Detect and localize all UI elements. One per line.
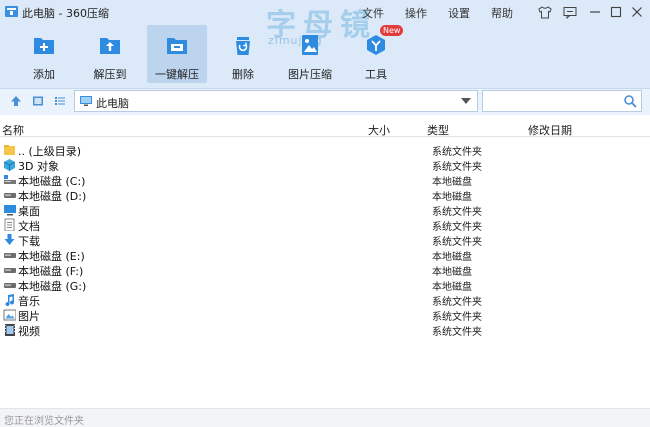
skin-shirt-icon[interactable] <box>536 3 554 21</box>
drive-icon <box>4 193 16 198</box>
row-type: 系统文件夹 <box>432 312 482 323</box>
documents-icon <box>4 218 15 231</box>
table-row[interactable]: 下载 系统文件夹 <box>0 232 650 248</box>
row-type: 本地磁盘 <box>432 177 472 188</box>
delete-icon <box>236 37 250 55</box>
parent-folder-icon <box>4 145 15 155</box>
drive-icon <box>4 268 16 273</box>
table-row[interactable]: 3D 对象 系统文件夹 <box>0 157 650 173</box>
table-row[interactable]: 视频 系统文件夹 <box>0 322 650 338</box>
table-row[interactable]: 音乐 系统文件夹 <box>0 292 650 308</box>
column-name[interactable]: 名称 <box>2 122 24 138</box>
title-bar: 此电脑 - 360压缩 字母镜 zimujing 文件 操作 设置 帮助 <box>0 0 650 47</box>
pictures-icon <box>3 309 16 321</box>
go-up-icon[interactable] <box>8 93 24 109</box>
table-row[interactable]: .. (上级目录) 系统文件夹 <box>0 142 650 158</box>
search-box[interactable] <box>482 90 642 112</box>
window-title: 此电脑 - 360压缩 <box>22 7 109 20</box>
drive-icon <box>4 283 16 288</box>
row-type: 系统文件夹 <box>432 297 482 308</box>
table-row[interactable]: 文档 系统文件夹 <box>0 217 650 233</box>
row-type: 系统文件夹 <box>432 222 482 233</box>
table-row[interactable]: 本地磁盘 (F:) 本地磁盘 <box>0 262 650 278</box>
delete-label: 删除 <box>232 68 254 81</box>
videos-icon <box>5 324 15 336</box>
row-type: 本地磁盘 <box>432 252 472 263</box>
one-click-extract-button[interactable]: 一键解压 <box>147 25 207 83</box>
column-type[interactable]: 类型 <box>427 122 449 138</box>
drive-icon <box>4 253 16 258</box>
menu-settings[interactable]: 设置 <box>448 5 470 21</box>
one-click-extract-icon <box>167 38 187 54</box>
path-text: 此电脑 <box>96 97 129 110</box>
app-logo-icon <box>5 6 18 17</box>
desktop-icon <box>4 205 16 216</box>
table-row[interactable]: 桌面 系统文件夹 <box>0 202 650 218</box>
close-icon[interactable] <box>628 3 646 21</box>
row-name: 视频 <box>18 325 40 338</box>
image-compress-icon <box>302 35 318 55</box>
row-type: 系统文件夹 <box>432 207 482 218</box>
new-badge: New <box>380 25 404 36</box>
path-dropdown-icon[interactable] <box>461 98 471 104</box>
menu-help[interactable]: 帮助 <box>491 5 513 21</box>
add-button[interactable]: 添加 <box>14 25 74 83</box>
maximize-icon[interactable] <box>607 3 625 21</box>
address-bar: 此电脑 <box>0 89 650 115</box>
image-compress-button[interactable]: 图片压缩 <box>280 25 340 83</box>
table-row[interactable]: 本地磁盘 (G:) 本地磁盘 <box>0 277 650 293</box>
search-icon[interactable] <box>623 94 637 108</box>
delete-button[interactable]: 删除 <box>213 25 273 83</box>
this-pc-icon <box>80 96 92 106</box>
feedback-icon[interactable] <box>561 3 579 21</box>
row-type: 本地磁盘 <box>432 267 472 278</box>
search-input[interactable] <box>485 93 615 109</box>
image-compress-label: 图片压缩 <box>288 68 332 81</box>
tools-icon <box>367 35 385 55</box>
row-type: 本地磁盘 <box>432 192 472 203</box>
column-header: 名称 大小 类型 修改日期 <box>0 119 650 137</box>
music-icon <box>5 294 15 306</box>
row-type: 系统文件夹 <box>432 147 482 158</box>
menu-operation[interactable]: 操作 <box>405 5 427 21</box>
extract-to-button[interactable]: 解压到 <box>80 25 140 83</box>
add-icon <box>34 38 54 54</box>
add-label: 添加 <box>33 68 55 81</box>
minimize-icon[interactable] <box>586 3 604 21</box>
top-panel: 此电脑 - 360压缩 字母镜 zimujing 文件 操作 设置 帮助 添加 … <box>0 0 650 89</box>
column-modified[interactable]: 修改日期 <box>528 122 572 138</box>
table-row[interactable]: 图片 系统文件夹 <box>0 307 650 323</box>
row-type: 系统文件夹 <box>432 162 482 173</box>
row-type: 系统文件夹 <box>432 237 482 248</box>
status-bar: 您正在浏览文件夹 <box>0 408 650 427</box>
tools-label: 工具 <box>365 68 387 81</box>
thumbnail-view-icon[interactable] <box>30 93 46 109</box>
table-row[interactable]: 本地磁盘 (E:) 本地磁盘 <box>0 247 650 263</box>
3d-objects-icon <box>3 159 16 171</box>
status-text: 您正在浏览文件夹 <box>4 416 84 427</box>
system-drive-icon <box>4 175 16 184</box>
list-view-icon[interactable] <box>52 93 68 109</box>
table-row[interactable]: 本地磁盘 (C:) 本地磁盘 <box>0 172 650 188</box>
extract-to-icon <box>100 38 120 54</box>
file-list: 名称 大小 类型 修改日期 .. (上级目录) 系统文件夹 3D 对象 系统文件夹 本地… <box>0 119 650 406</box>
path-input[interactable]: 此电脑 <box>74 90 478 112</box>
menu-file[interactable]: 文件 <box>362 5 384 21</box>
row-type: 本地磁盘 <box>432 282 472 293</box>
extract-to-label: 解压到 <box>93 68 127 81</box>
table-row[interactable]: 本地磁盘 (D:) 本地磁盘 <box>0 187 650 203</box>
downloads-icon <box>4 234 15 245</box>
one-click-extract-label: 一键解压 <box>155 68 199 81</box>
column-size[interactable]: 大小 <box>368 122 390 138</box>
row-type: 系统文件夹 <box>432 327 482 338</box>
